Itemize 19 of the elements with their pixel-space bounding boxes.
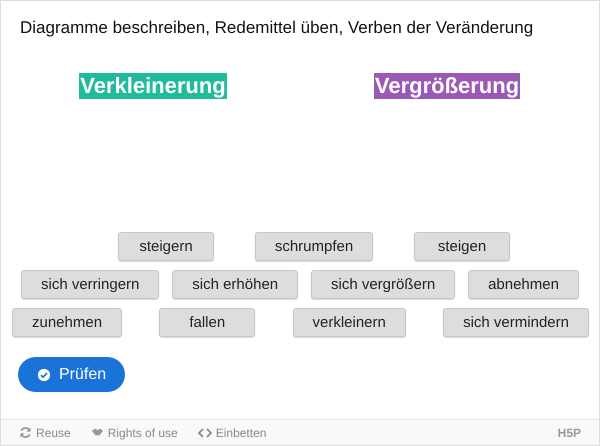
category-label: Verkleinerung bbox=[79, 73, 227, 99]
category-label: Vergrößerung bbox=[374, 73, 520, 99]
draggable-word[interactable]: schrumpfen bbox=[254, 232, 374, 261]
draggable-word[interactable]: verkleinern bbox=[292, 308, 406, 337]
draggable-word[interactable]: steigern bbox=[118, 232, 214, 261]
checkmark-icon bbox=[37, 368, 51, 382]
draggable-word[interactable]: abnehmen bbox=[468, 270, 579, 299]
check-button[interactable]: Prüfen bbox=[18, 357, 126, 392]
draggable-word[interactable]: sich vergrößern bbox=[311, 270, 456, 299]
draggable-word[interactable]: sich vermindern bbox=[443, 308, 589, 337]
draggable-word[interactable]: fallen bbox=[159, 308, 256, 337]
logo: H5P bbox=[558, 426, 581, 440]
draggable-word[interactable]: sich verringern bbox=[21, 270, 160, 299]
code-icon bbox=[198, 428, 212, 438]
refresh-icon bbox=[19, 426, 32, 439]
task-title: Diagramme beschreiben, Redemittel üben, Verben der Veränderung bbox=[19, 17, 534, 38]
draggable-word[interactable]: zunehmen bbox=[12, 308, 122, 337]
draggable-word[interactable]: steigen bbox=[414, 232, 510, 261]
draggable-word[interactable]: sich erhöhen bbox=[172, 270, 298, 299]
